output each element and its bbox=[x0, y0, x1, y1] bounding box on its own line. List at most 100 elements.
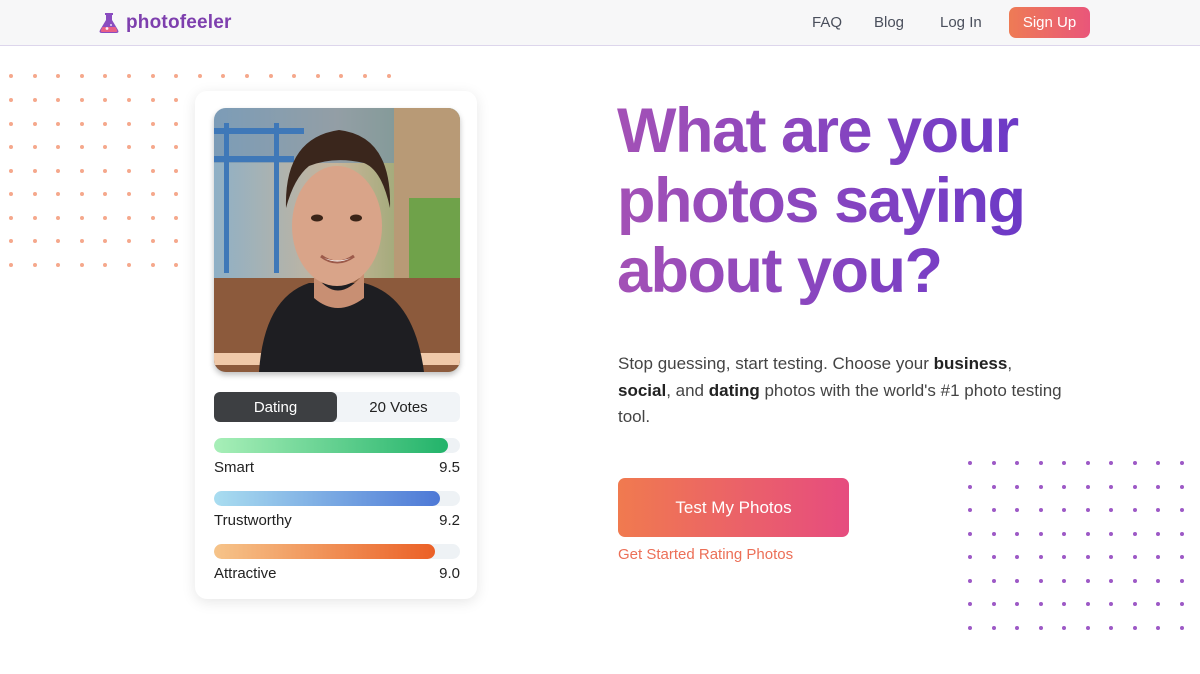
decorative-dot bbox=[1132, 531, 1137, 536]
decorative-dot bbox=[1109, 578, 1113, 583]
top-nav-bar: photofeeler FAQ Blog Log In Sign Up bbox=[0, 0, 1200, 46]
decorative-dot bbox=[1156, 555, 1160, 559]
hero-headline: What are your photos saying about you? bbox=[617, 96, 1137, 306]
decorative-dot bbox=[968, 461, 972, 465]
decorative-dot bbox=[1062, 578, 1066, 583]
votes-count: 20 Votes bbox=[369, 398, 428, 416]
metric-score: 9.5 bbox=[439, 459, 460, 476]
decorative-dot bbox=[103, 98, 108, 102]
decorative-dot bbox=[1132, 461, 1137, 465]
decorative-dot bbox=[968, 531, 972, 536]
decorative-dot bbox=[991, 484, 996, 489]
decorative-dot bbox=[991, 578, 996, 583]
decorative-dot bbox=[9, 192, 13, 196]
decorative-dot bbox=[1015, 625, 1019, 630]
decorative-dot bbox=[126, 98, 131, 102]
progress-track bbox=[214, 491, 460, 506]
decorative-dot bbox=[103, 145, 108, 149]
decorative-dot bbox=[32, 168, 37, 173]
decorative-dot bbox=[56, 168, 61, 173]
decorative-dot bbox=[991, 508, 996, 512]
desc-text: Stop guessing, start testing. Choose you… bbox=[618, 354, 934, 373]
decorative-dot bbox=[1179, 602, 1184, 606]
photo-rating-card: Dating 20 Votes Smart 9.5 Trustworthy 9.… bbox=[195, 91, 477, 599]
decorative-dot bbox=[56, 145, 61, 149]
decorative-dot bbox=[174, 262, 179, 267]
decorative-dot bbox=[968, 578, 972, 583]
decorative-dot bbox=[79, 168, 84, 173]
decorative-dot bbox=[1038, 578, 1043, 583]
nav-link-login[interactable]: Log In bbox=[940, 14, 982, 31]
desc-text: , and bbox=[666, 380, 709, 400]
decorative-dot bbox=[126, 262, 131, 267]
decorative-dot bbox=[79, 215, 84, 220]
profile-photo-illustration bbox=[214, 108, 460, 372]
decorative-dot bbox=[150, 239, 155, 243]
metric-score: 9.0 bbox=[439, 565, 460, 582]
decorative-dot bbox=[1109, 602, 1113, 606]
desc-bold: business bbox=[933, 354, 1008, 373]
decorative-dot bbox=[991, 602, 996, 606]
decorative-dot bbox=[126, 215, 131, 220]
progress-fill-smart bbox=[214, 438, 448, 453]
logo[interactable]: photofeeler bbox=[98, 10, 232, 36]
decorative-dot bbox=[1179, 508, 1184, 512]
decorative-dot bbox=[1132, 484, 1137, 489]
decorative-dot bbox=[1038, 461, 1043, 465]
test-my-photos-button[interactable]: Test My Photos bbox=[618, 478, 849, 537]
decorative-dot bbox=[103, 168, 108, 173]
decorative-dot bbox=[79, 239, 84, 243]
decorative-dot bbox=[1062, 555, 1066, 559]
decorative-dot bbox=[1085, 625, 1090, 630]
decorative-dot bbox=[174, 74, 179, 78]
decorative-dot bbox=[79, 98, 84, 102]
decorative-dot bbox=[1179, 555, 1184, 559]
decorative-dot bbox=[174, 98, 179, 102]
nav-link-blog[interactable]: Blog bbox=[874, 14, 904, 31]
decorative-dot bbox=[56, 215, 61, 220]
decorative-dot bbox=[1085, 578, 1090, 583]
tab-dating[interactable]: Dating bbox=[214, 392, 337, 422]
headline-line: What are your bbox=[617, 96, 1018, 166]
decorative-dot bbox=[1085, 508, 1090, 512]
desc-bold: social bbox=[618, 380, 667, 400]
metric-score: 9.2 bbox=[439, 512, 460, 529]
decorative-dot bbox=[103, 74, 108, 78]
decorative-dot bbox=[1156, 602, 1160, 606]
decorative-dot bbox=[1109, 508, 1113, 512]
decorative-dots-left bbox=[9, 98, 179, 267]
decorative-dot bbox=[1109, 484, 1113, 489]
decorative-dots-right bbox=[968, 461, 1184, 630]
decorative-dot bbox=[1062, 508, 1066, 512]
decorative-dot bbox=[1156, 578, 1160, 583]
decorative-dot bbox=[1062, 461, 1066, 465]
progress-fill-attractive bbox=[214, 544, 436, 559]
decorative-dot bbox=[221, 74, 226, 78]
decorative-dot bbox=[126, 168, 131, 173]
decorative-dot bbox=[1015, 461, 1019, 465]
decorative-dot bbox=[103, 215, 108, 220]
decorative-dot bbox=[79, 74, 84, 78]
decorative-dot bbox=[1038, 484, 1043, 489]
decorative-dot bbox=[103, 192, 108, 196]
metric-label: Attractive bbox=[214, 565, 277, 582]
decorative-dot bbox=[1109, 625, 1113, 630]
get-started-link[interactable]: Get Started Rating Photos bbox=[618, 546, 793, 563]
metric-trustworthy: Trustworthy 9.2 bbox=[214, 491, 460, 531]
decorative-dot bbox=[103, 262, 108, 267]
decorative-dot bbox=[1038, 555, 1043, 559]
progress-track bbox=[214, 544, 460, 559]
sign-up-button[interactable]: Sign Up bbox=[1009, 7, 1090, 38]
nav-link-faq[interactable]: FAQ bbox=[812, 14, 842, 31]
decorative-dot bbox=[386, 74, 391, 78]
decorative-dot bbox=[1062, 625, 1066, 630]
decorative-dot bbox=[1085, 602, 1090, 606]
decorative-dot bbox=[79, 262, 84, 267]
flask-icon bbox=[99, 13, 119, 33]
decorative-dot bbox=[150, 168, 155, 173]
metric-smart: Smart 9.5 bbox=[214, 438, 460, 478]
decorative-dot bbox=[150, 98, 155, 102]
decorative-dot bbox=[1038, 602, 1043, 606]
decorative-dot bbox=[1038, 508, 1043, 512]
decorative-dot bbox=[56, 74, 61, 78]
